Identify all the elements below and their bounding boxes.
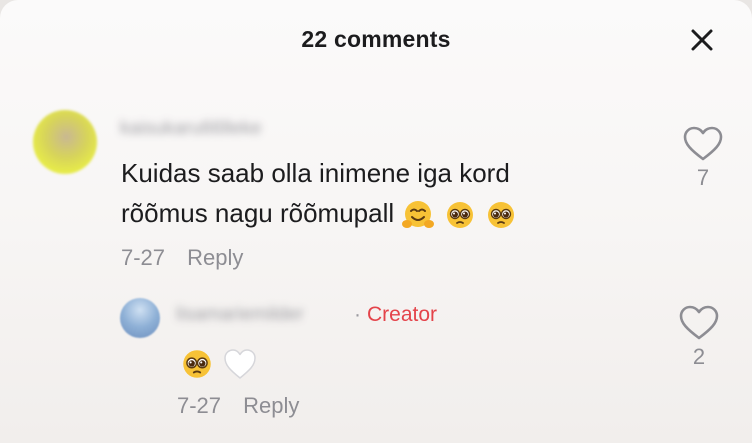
white-heart-emoji [222,347,258,381]
pleading-face-emoji [484,198,518,232]
like-count: 2 [692,344,706,369]
like-count: 7 [696,165,710,190]
heart-outline-icon[interactable] [681,125,725,163]
comment-meta: 7-27 Reply [121,245,243,271]
comment-date: 7-27 [121,245,166,270]
like-button[interactable]: 7 [681,125,725,191]
comments-sheet: 22 comments kaisukaru66lleke Kuidas saab… [0,0,752,443]
comments-count-title: 22 comments [301,26,451,52]
comment-username[interactable]: kaisukaru66lleke [120,118,262,140]
like-button[interactable]: 2 [677,304,721,370]
creator-label: Creator [367,303,438,326]
pleading-face-emoji [179,346,215,382]
heart-outline-icon[interactable] [677,304,721,342]
comment-date: 7-27 [177,393,222,418]
avatar[interactable] [33,110,97,174]
close-icon[interactable] [688,26,716,54]
comments-header: 22 comments [0,0,752,80]
reply-button[interactable]: Reply [187,245,243,270]
reply-button[interactable]: Reply [243,393,299,418]
comment-username[interactable]: lisamariemilder [176,304,304,326]
creator-badge: · Creator [354,303,437,327]
creator-separator: · [354,303,361,326]
comment-text: Kuidas saab olla inimene iga kord rõõmus… [121,153,591,233]
hugging-face-emoji [401,198,435,232]
comment-text [179,342,299,382]
pleading-face-emoji [443,198,477,232]
avatar[interactable] [120,298,160,338]
comment-meta: 7-27 Reply [177,393,299,419]
